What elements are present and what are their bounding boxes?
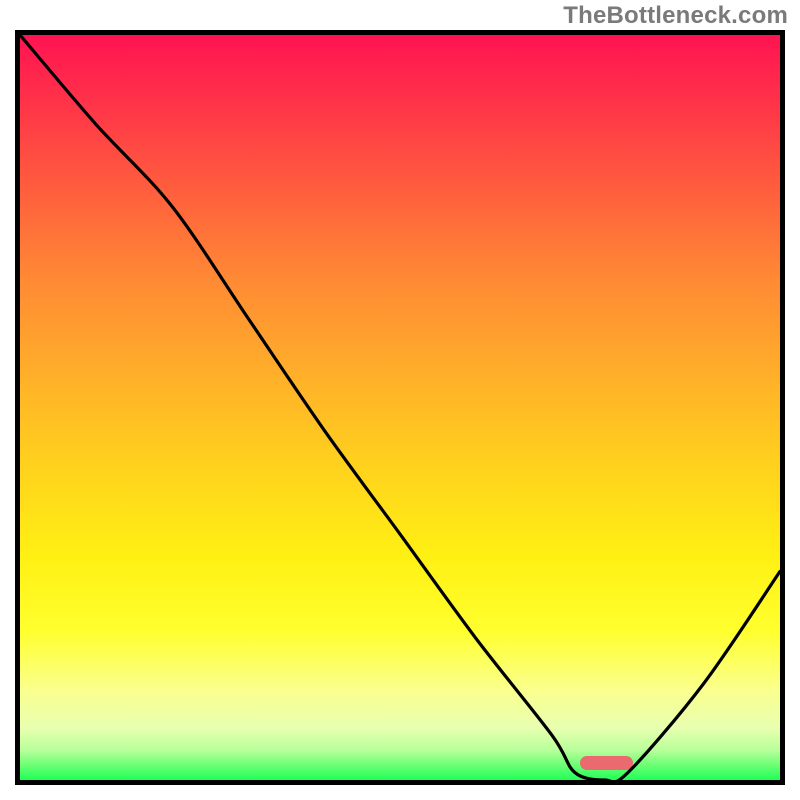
curve-svg [20,35,780,780]
attribution-text: TheBottleneck.com [563,2,788,30]
plot-area [15,30,785,785]
bottleneck-curve-path [20,35,780,780]
chart-container: TheBottleneck.com [0,0,800,800]
